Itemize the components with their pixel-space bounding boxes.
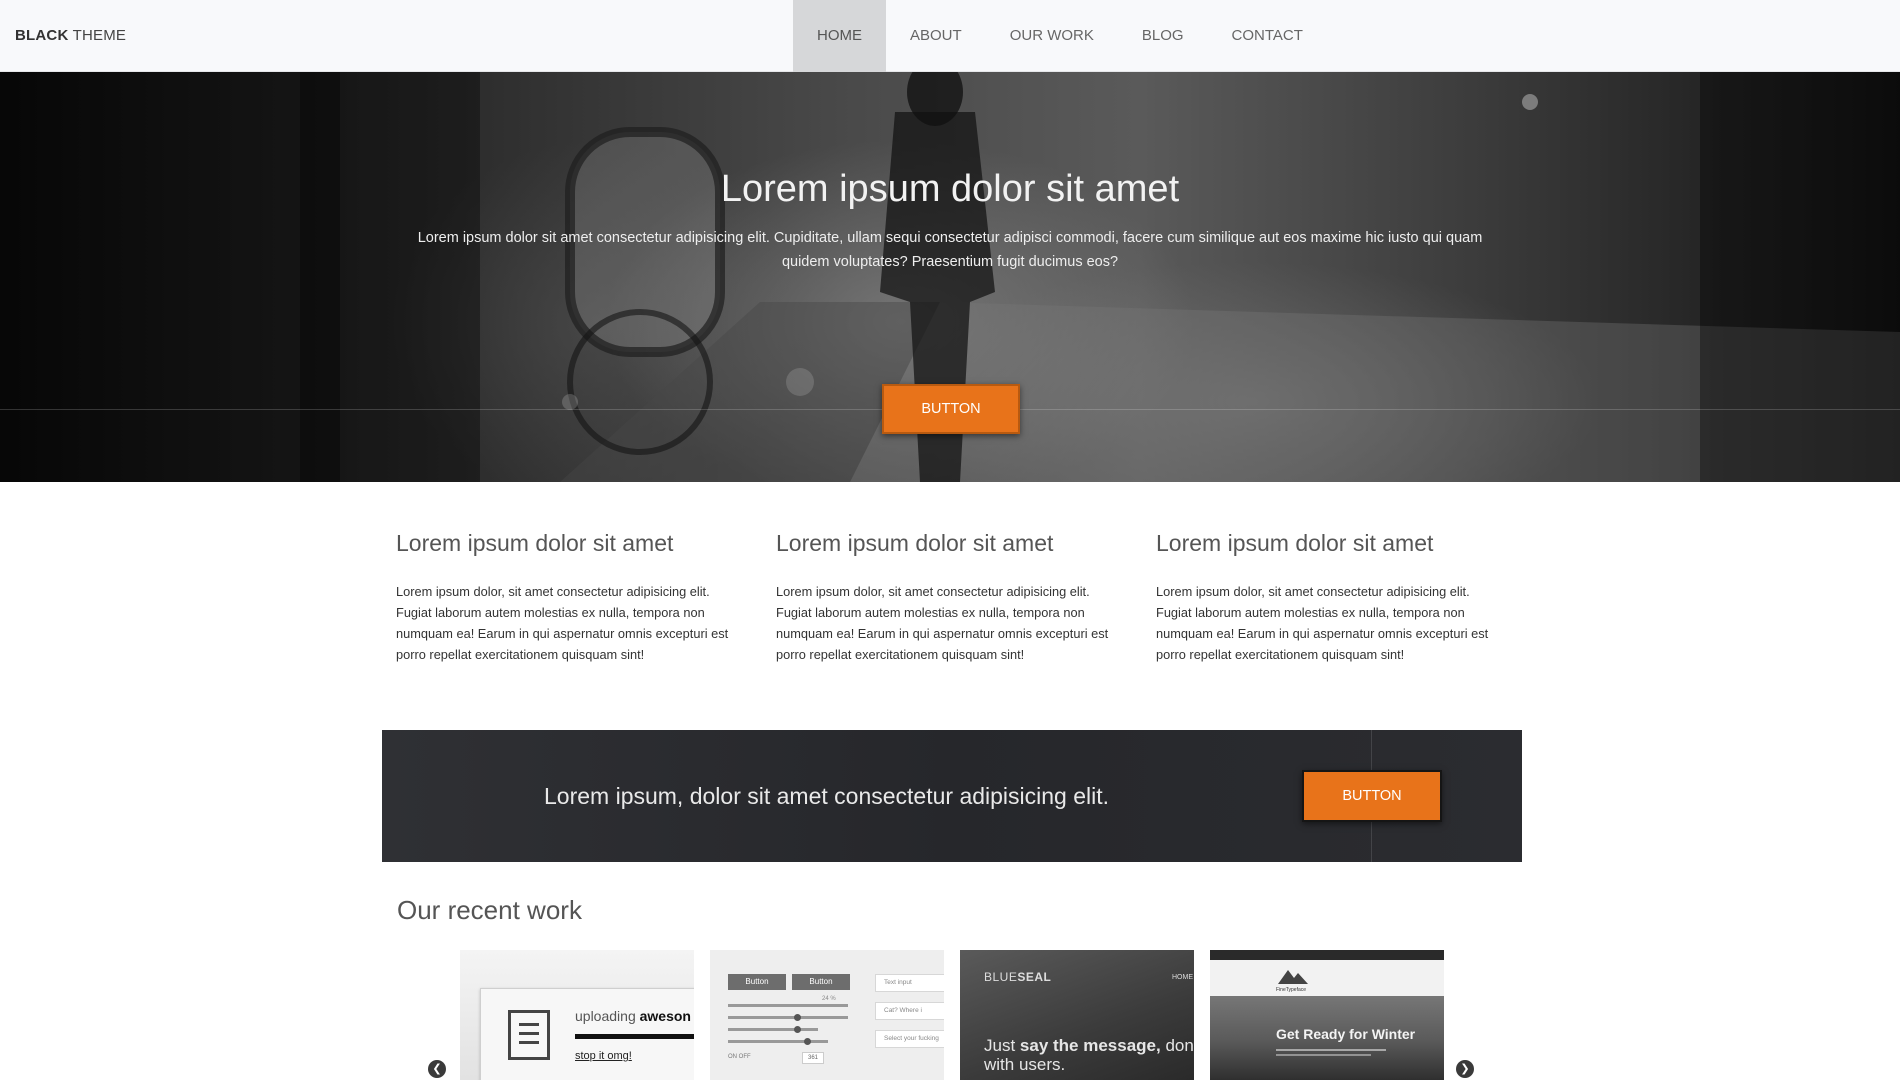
toggle-on-label: ON — [728, 1054, 737, 1060]
feature-text: Lorem ipsum dolor, sit amet consectetur … — [396, 584, 729, 662]
main-nav: HOME ABOUT OUR WORK BLOG CONTACT — [793, 0, 1327, 72]
brand-logo[interactable]: BLACK THEME — [15, 0, 126, 72]
ui-kit-slider-value: 24 % — [822, 996, 836, 1002]
top-navbar: BLACK THEME HOME ABOUT OUR WORK BLOG CON… — [0, 0, 1900, 72]
slider-knob — [794, 1014, 801, 1021]
upload-text-prefix: uploading — [575, 1008, 636, 1024]
ui-kit-input: Cat? Where i — [875, 1002, 944, 1020]
feature-title: Lorem ipsum dolor sit amet — [1156, 530, 1434, 556]
ui-kit-stepper: 361 — [802, 1052, 824, 1064]
work-thumbnail[interactable]: Button Button 24 % ON OFF 361 Text input… — [710, 950, 944, 1080]
recent-work-title: Our recent work — [397, 895, 582, 925]
thumb-headline: Get Ready for Winter — [1276, 1026, 1416, 1042]
brand-light: THEME — [72, 27, 127, 44]
thumb-message: Just say the message, don with users. — [984, 1036, 1194, 1074]
msg-suffix: don — [1165, 1036, 1194, 1055]
feature-column: Lorem ipsum dolor sit amet Lorem ipsum d… — [1156, 530, 1492, 665]
thumb-fine-print — [1276, 1049, 1386, 1056]
thumb-brand: FineTypeface — [1276, 987, 1307, 993]
msg-line2: with users. — [984, 1055, 1066, 1074]
toggle-off-label: OFF — [738, 1054, 751, 1060]
upload-text: uploading aweson — [575, 1008, 691, 1024]
chevron-right-icon[interactable]: ❯ — [1456, 1060, 1474, 1078]
ui-kit-slider — [728, 1004, 848, 1007]
nav-item-blog[interactable]: BLOG — [1118, 0, 1208, 72]
msg-bold: say the message, — [1019, 1036, 1161, 1055]
hero-title: Lorem ipsum dolor sit amet — [720, 168, 1180, 210]
thumb-top-nav — [1210, 950, 1444, 960]
feature-column: Lorem ipsum dolor sit amet Lorem ipsum d… — [776, 530, 1112, 665]
feature-title: Lorem ipsum dolor sit amet — [396, 530, 674, 556]
ui-kit-slider — [728, 1016, 848, 1019]
feature-text: Lorem ipsum dolor, sit amet consectetur … — [776, 584, 1109, 662]
call-to-action-bar: Lorem ipsum, dolor sit amet consectetur … — [382, 730, 1522, 862]
msg-prefix: Just — [984, 1036, 1016, 1055]
cta-text: Lorem ipsum, dolor sit amet consectetur … — [544, 783, 1110, 809]
ui-kit-toggle: ON OFF — [728, 1054, 751, 1060]
upload-progress-bar — [575, 1034, 694, 1039]
ui-kit-button: Button — [728, 974, 786, 990]
thumb-header: FineTypeface — [1210, 960, 1444, 996]
ui-kit-button: Button — [792, 974, 850, 990]
work-thumbnail[interactable]: uploading aweson stop it omg! — [460, 950, 694, 1080]
nav-item-contact[interactable]: CONTACT — [1208, 0, 1327, 72]
thumb-nav-home: HOME — [1172, 974, 1193, 981]
blueseal-logo: BLUESEAL — [984, 970, 1051, 984]
ui-kit-slider — [728, 1040, 828, 1043]
brand-bold: BLACK — [15, 27, 69, 44]
hero-button[interactable]: BUTTON — [882, 384, 1020, 434]
logo-bold: SEAL — [1017, 970, 1052, 984]
chevron-left-icon[interactable]: ❮ — [428, 1060, 446, 1078]
feature-text: Lorem ipsum dolor, sit amet consectetur … — [1156, 584, 1489, 662]
recent-work-carousel: ❮ uploading aweson stop it omg! Button B… — [420, 950, 1490, 1080]
features-section: Lorem ipsum dolor sit amet Lorem ipsum d… — [396, 530, 1536, 665]
document-icon — [508, 1010, 550, 1060]
feature-title: Lorem ipsum dolor sit amet — [776, 530, 1054, 556]
ui-kit-input: Text input — [875, 974, 944, 992]
slider-knob — [804, 1038, 811, 1045]
logo-light: BLUE — [984, 970, 1018, 984]
upload-text-bold: aweson — [639, 1008, 691, 1024]
nav-item-our-work[interactable]: OUR WORK — [986, 0, 1118, 72]
cta-button[interactable]: BUTTON — [1302, 770, 1442, 822]
mountain-logo-icon — [1278, 970, 1308, 984]
nav-item-home[interactable]: HOME — [793, 0, 886, 72]
slider-knob — [794, 1026, 801, 1033]
feature-column: Lorem ipsum dolor sit amet Lorem ipsum d… — [396, 530, 732, 665]
ui-kit-select: Select your fucking — [875, 1030, 944, 1048]
ui-kit-slider — [728, 1028, 818, 1031]
nav-item-about[interactable]: ABOUT — [886, 0, 986, 72]
work-thumbnail[interactable]: BLUESEAL HOME Just say the message, don … — [960, 950, 1194, 1080]
upload-link: stop it omg! — [575, 1050, 632, 1062]
hero-section: Lorem ipsum dolor sit amet Lorem ipsum d… — [0, 72, 1900, 482]
hero-description: Lorem ipsum dolor sit amet consectetur a… — [417, 230, 1483, 270]
work-thumbnail[interactable]: FineTypeface Get Ready for Winter — [1210, 950, 1444, 1080]
